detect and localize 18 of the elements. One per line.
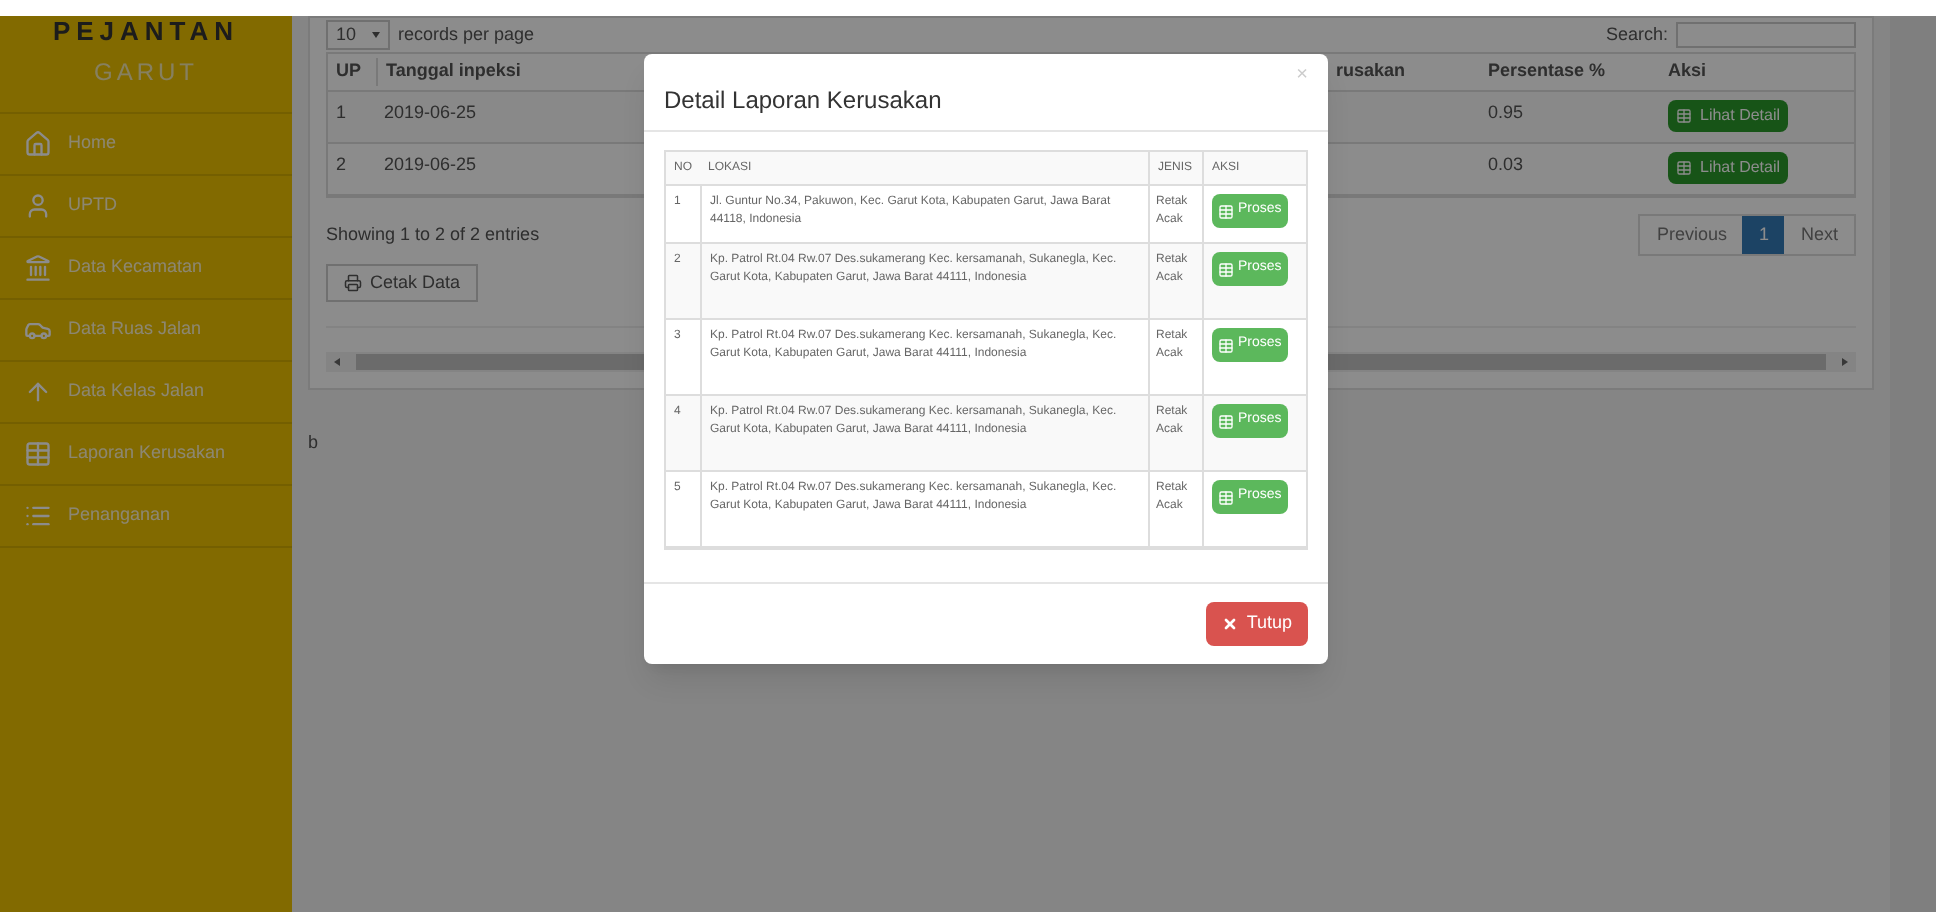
column-header: Persentase % [1486, 58, 1608, 85]
brand-title: PEJANTAN [52, 16, 240, 48]
length-label: records per page [398, 21, 535, 48]
table-cell-text: 2 [334, 152, 349, 178]
column-header: UP [334, 58, 364, 85]
table-cell-text: 0.03 [1486, 152, 1526, 178]
table-cell-text: 1 [334, 100, 349, 126]
table-cell-text: 0.95 [1486, 100, 1526, 126]
stray-text: b [308, 432, 319, 452]
table-cell-text: 2019-06-25 [382, 100, 479, 126]
table-cell-text: 2019-06-25 [382, 152, 479, 178]
entries-info: Showing 1 to 2 of 2 entries [326, 221, 540, 248]
column-header: rusakan [1334, 58, 1408, 85]
column-header: Aksi [1666, 58, 1709, 85]
brand-subtitle: GARUT [94, 56, 198, 88]
modal-title: Detail Laporan Kerusakan [664, 84, 942, 118]
search-label: Search: [1605, 21, 1668, 48]
column-header: Tanggal inpeksi [376, 58, 628, 86]
